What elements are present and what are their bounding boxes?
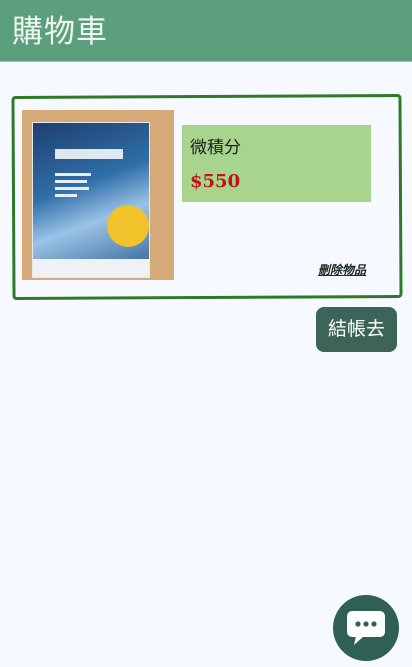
page-title: 購物車: [12, 14, 108, 50]
book-footer: [33, 259, 149, 277]
book-cover-decoration: [55, 173, 95, 200]
checkout-button[interactable]: 結帳去: [316, 307, 397, 352]
book-cover: [32, 122, 150, 278]
book-cover-title-graphic: [55, 149, 123, 159]
chat-button[interactable]: [333, 595, 399, 661]
book-cover-graphic: [55, 145, 125, 168]
book-badge: [107, 205, 149, 247]
chat-bubble-icon: [347, 611, 385, 645]
remove-item-link[interactable]: 刪除物品: [318, 261, 366, 278]
product-price: $550: [190, 171, 241, 192]
product-name: 微積分: [190, 138, 241, 158]
product-info: 微積分 $550: [182, 125, 371, 202]
product-image: [22, 110, 174, 280]
app-header: 購物車: [0, 0, 412, 62]
